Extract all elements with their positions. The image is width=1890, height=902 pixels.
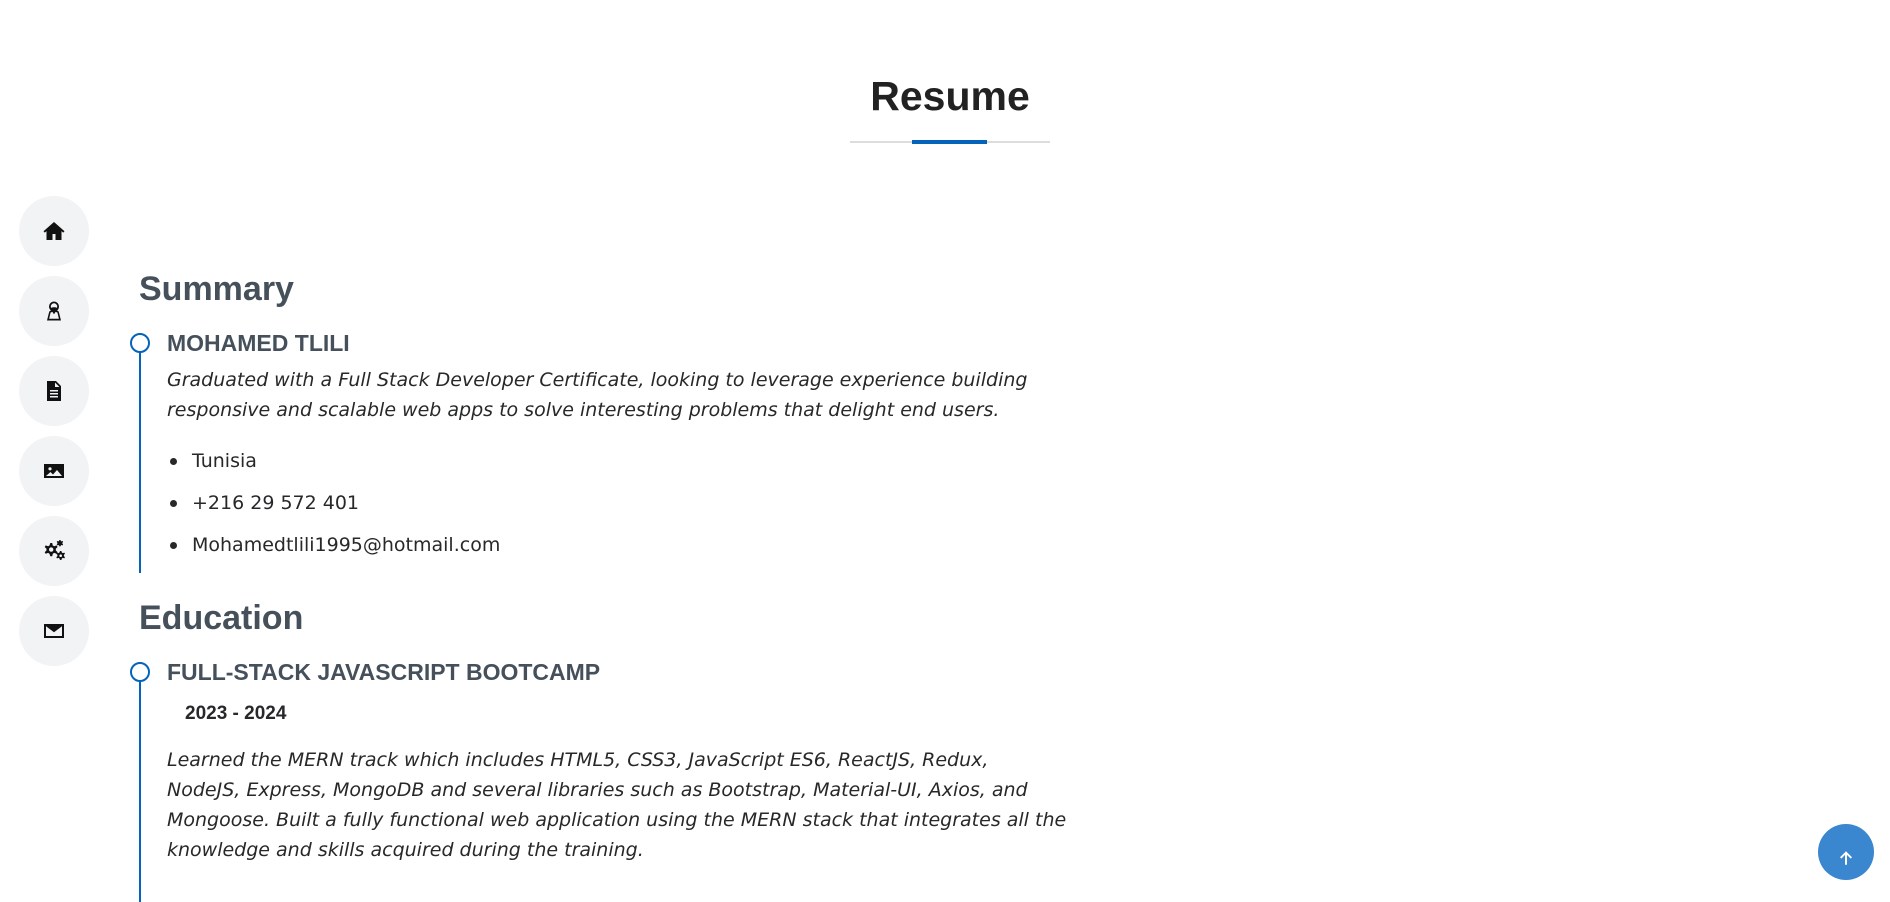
resume-page: Resume Summary MOHAMED TLILI Graduated w… [0,0,1890,902]
user-icon [47,301,61,321]
contact-email: Mohamedtlili1995@hotmail.com [167,534,500,576]
nav-about-button[interactable] [19,276,89,346]
section-title: Resume [0,70,1890,122]
education-description: Learned the MERN track which includes HT… [167,749,1067,861]
timeline-dot [130,662,150,682]
image-icon [44,464,64,478]
arrow-up-icon [1840,851,1852,865]
gears-icon [44,540,65,560]
side-nav [19,196,89,676]
summary-heading: Summary [139,270,294,308]
contact-location: Tunisia [167,450,500,492]
education-title: FULL-STACK JAVASCRIPT BOOTCAMP [167,659,601,685]
back-to-top-button[interactable] [1818,824,1874,880]
nav-contact-button[interactable] [19,596,89,666]
contact-phone: +216 29 572 401 [167,492,500,534]
page-title: Resume [870,73,1030,119]
document-icon [47,381,61,401]
summary-item: MOHAMED TLILI Graduated with a Full Stac… [130,330,1027,573]
summary-description: Graduated with a Full Stack Developer Ce… [167,369,1028,421]
nav-services-button[interactable] [19,516,89,586]
timeline-dot [130,333,150,353]
nav-home-button[interactable] [19,196,89,266]
envelope-icon [44,624,64,638]
title-underline-accent [912,140,987,144]
education-dates: 2023 - 2024 [185,703,287,724]
education-heading: Education [139,599,304,637]
home-icon [43,222,65,240]
nav-portfolio-button[interactable] [19,436,89,506]
nav-resume-button[interactable] [19,356,89,426]
contact-list: Tunisia +216 29 572 401 Mohamedtlili1995… [167,450,500,576]
education-item: FULL-STACK JAVASCRIPT BOOTCAMP 2023 - 20… [130,659,1066,902]
summary-name: MOHAMED TLILI [167,330,350,356]
